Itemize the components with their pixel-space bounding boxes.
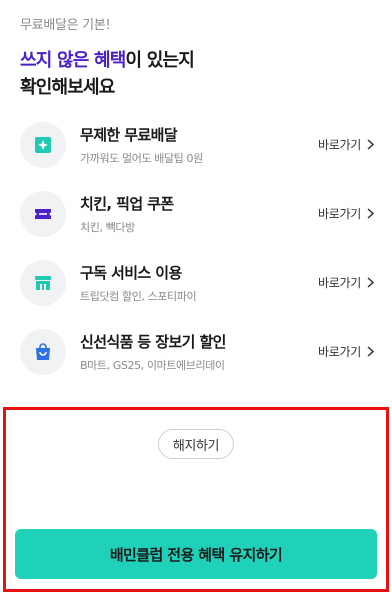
intro-headline: 쓰지 않은 혜택이 있는지 확인해보세요 (20, 47, 372, 101)
go-link[interactable]: 바로가기 (318, 205, 374, 222)
benefit-desc: 치킨, 빽다방 (80, 220, 135, 234)
benefit-item-coupon[interactable]: 치킨, 픽업 쿠폰 치킨, 빽다방 바로가기 (20, 179, 374, 248)
intro-section: 무료배달은 기본! 쓰지 않은 혜택이 있는지 확인해보세요 (20, 14, 372, 101)
action-area-highlight: 해지하기 배민클럽 전용 혜택 유지하기 (3, 407, 389, 592)
benefit-desc: 트립닷컴 할인, 스포티파이 (80, 289, 197, 303)
benefit-texts: 치킨, 픽업 쿠폰 치킨, 빽다방 (80, 193, 318, 235)
benefit-item-subscription[interactable]: 구독 서비스 이용 트립닷컴 할인, 스포티파이 바로가기 (20, 248, 374, 317)
go-link-label: 바로가기 (318, 345, 361, 359)
benefit-texts: 신선식품 등 장보기 할인 B마트, GS25, 이마트에브리데이 (80, 331, 318, 373)
cancel-membership-button[interactable]: 해지하기 (157, 429, 235, 459)
intro-subtitle: 무료배달은 기본! (20, 18, 111, 33)
go-link[interactable]: 바로가기 (318, 274, 374, 291)
benefit-texts: 구독 서비스 이용 트립닷컴 할인, 스포티파이 (80, 262, 318, 304)
go-link[interactable]: 바로가기 (318, 343, 374, 360)
star-sparkle-icon (20, 121, 66, 168)
benefit-title: 무제한 무료배달 (80, 125, 178, 144)
chevron-right-icon (367, 346, 374, 357)
chevron-right-icon (367, 208, 374, 219)
go-link-label: 바로가기 (318, 276, 361, 290)
coupon-ticket-icon (20, 190, 66, 237)
shopping-bag-icon (20, 328, 66, 375)
headline-rest: 이 있는지 (125, 50, 195, 71)
go-link-label: 바로가기 (318, 138, 361, 152)
headline-line2: 확인해보세요 (20, 77, 115, 98)
benefit-title: 구독 서비스 이용 (80, 263, 182, 282)
benefit-texts: 무제한 무료배달 가까워도 멀어도 배달팁 0원 (80, 124, 318, 166)
benefit-list: 무제한 무료배달 가까워도 멀어도 배달팁 0원 바로가기 치킨, 픽업 쿠폰 … (20, 110, 374, 386)
headline-highlight: 쓰지 않은 혜택 (20, 50, 126, 71)
benefit-item-grocery[interactable]: 신선식품 등 장보기 할인 B마트, GS25, 이마트에브리데이 바로가기 (20, 317, 374, 386)
benefit-item-free-delivery[interactable]: 무제한 무료배달 가까워도 멀어도 배달팁 0원 바로가기 (20, 110, 374, 179)
chevron-right-icon (367, 139, 374, 150)
benefit-desc: 가까워도 멀어도 배달팁 0원 (80, 151, 203, 165)
benefit-title: 치킨, 픽업 쿠폰 (80, 194, 174, 213)
benefit-title: 신선식품 등 장보기 할인 (80, 332, 226, 351)
store-icon (20, 259, 66, 306)
keep-benefits-button[interactable]: 배민클럽 전용 혜택 유지하기 (15, 529, 377, 579)
chevron-right-icon (367, 277, 374, 288)
go-link[interactable]: 바로가기 (318, 136, 374, 153)
go-link-label: 바로가기 (318, 207, 361, 221)
benefit-desc: B마트, GS25, 이마트에브리데이 (80, 358, 225, 372)
